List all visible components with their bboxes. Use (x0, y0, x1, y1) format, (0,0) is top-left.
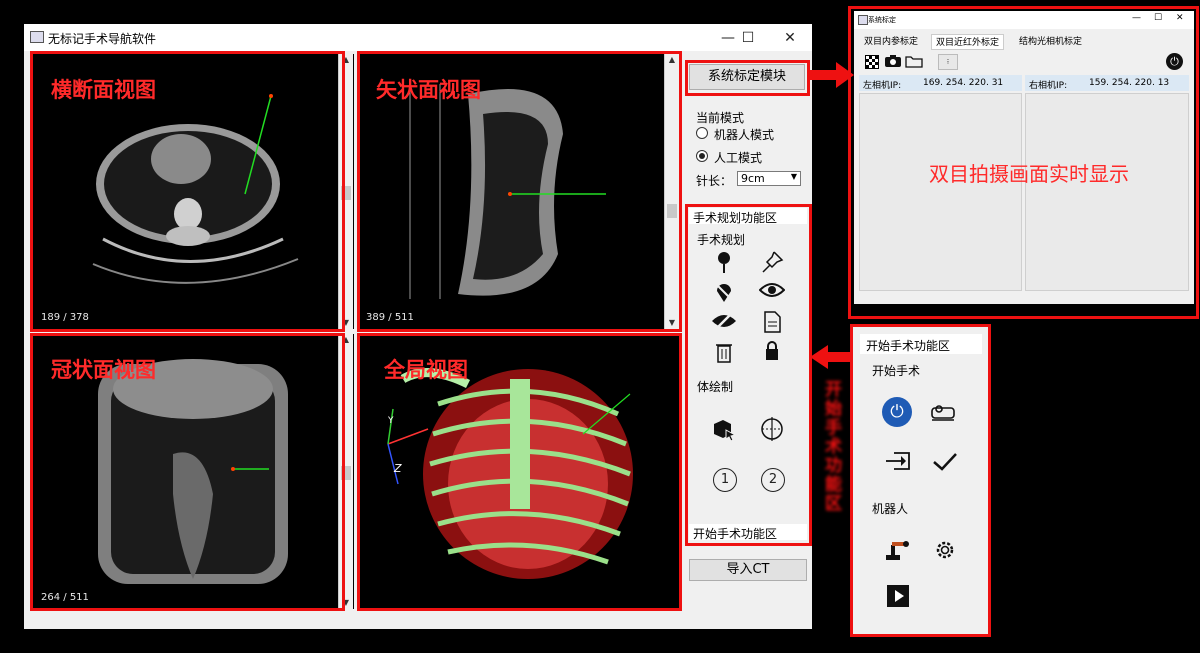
render-group-title: 体绘制 (697, 380, 734, 394)
global-3d-view[interactable]: 全局视图 Y Z (358, 334, 679, 609)
chevron-down-icon: ▼ (790, 172, 797, 181)
axis-z-label: Z (394, 462, 402, 475)
power-icon[interactable]: ⏻ (1166, 53, 1183, 70)
play-icon[interactable] (887, 585, 909, 607)
map-pin-icon[interactable] (709, 250, 739, 276)
needle-length-value: 9cm (741, 172, 765, 185)
live-display-label: 双目拍摄画面实时显示 (929, 162, 1129, 186)
left-ip-label: 左相机IP: (863, 81, 902, 91)
spinbox-control[interactable]: ⁝ (938, 54, 958, 70)
import-arrow-icon[interactable] (884, 450, 912, 472)
system-calibration-button[interactable]: 系统标定模块 (689, 64, 805, 90)
arrow-left-icon (810, 345, 854, 369)
scroll-up-icon[interactable]: ▲ (339, 54, 353, 66)
robot-group-title: 机器人 (872, 502, 909, 516)
camera-icon[interactable] (884, 54, 902, 68)
right-ip-label: 右相机IP: (1029, 81, 1068, 91)
cube-cursor-icon[interactable] (709, 416, 739, 442)
check-icon[interactable] (932, 450, 958, 472)
left-camera-header: 左相机IP: 169. 254. 220. 31 (859, 75, 1022, 91)
planning-body (689, 224, 807, 524)
radio-dot (699, 153, 705, 159)
sagittal-view-label: 矢状面视图 (376, 78, 481, 102)
calib-window-title: 系统标定 (868, 16, 896, 24)
axial-view[interactable]: 横断面视图 189 / 378 (33, 54, 354, 329)
scroll-up-icon[interactable]: ▲ (665, 54, 679, 66)
maximize-button[interactable]: ☐ (728, 27, 768, 49)
robot-arm-icon[interactable] (884, 536, 912, 562)
scanner-bed-icon[interactable] (930, 402, 958, 422)
sagittal-view[interactable]: 矢状面视图 389 / 511 (358, 54, 679, 329)
lock-icon[interactable] (757, 340, 787, 366)
needle-length-label: 针长： (696, 174, 733, 188)
axial-view-label: 横断面视图 (51, 78, 156, 102)
coronal-scrollbar[interactable]: ▲ ▼ (338, 334, 353, 609)
tab-stereo-nir[interactable]: 双目近红外标定 (931, 34, 1005, 50)
pin-off-icon[interactable] (709, 280, 739, 306)
left-camera-feed (859, 93, 1022, 291)
coronal-slice-counter: 264 / 511 (41, 592, 89, 603)
pushpin-icon[interactable] (757, 250, 787, 276)
coronal-view-label: 冠状面视图 (51, 358, 156, 382)
minimize-button[interactable]: — (1132, 13, 1141, 23)
gear-icon[interactable] (932, 537, 958, 563)
document-icon[interactable] (757, 310, 787, 336)
left-ip-value: 169. 254. 220. 31 (923, 78, 1004, 88)
mode-group-title: 当前模式 (696, 111, 745, 125)
annotation-vertical-text: 开始手术功能区 (821, 380, 841, 513)
eye-icon[interactable] (757, 280, 787, 306)
close-button[interactable]: ✕ (770, 27, 810, 49)
start-group-title: 开始手术 (872, 364, 921, 378)
manual-mode-radio[interactable] (696, 150, 708, 162)
scroll-thumb[interactable] (341, 466, 351, 480)
render-preset-1-button[interactable]: 1 (713, 468, 737, 492)
planning-panel: 手术规划功能区 手术规划 体绘制 1 2 开始手术功能区 (689, 208, 807, 541)
arrow-right-icon (810, 62, 854, 88)
sagittal-scrollbar[interactable]: ▲ ▼ (664, 54, 679, 329)
trash-icon[interactable] (709, 340, 739, 366)
title-bar: 无标记手术导航软件 — ☐ ✕ (24, 24, 812, 51)
eye-off-icon[interactable] (709, 310, 739, 336)
scroll-down-icon[interactable]: ▼ (339, 597, 353, 609)
scroll-down-icon[interactable]: ▼ (339, 317, 353, 329)
sagittal-slice-counter: 389 / 511 (366, 312, 414, 323)
start-surgery-panel: 开始手术功能区 开始手术 ⏻ 机器人 (852, 326, 989, 634)
app-icon (858, 15, 868, 25)
close-button[interactable]: ✕ (1176, 13, 1184, 23)
scroll-thumb[interactable] (341, 186, 351, 200)
surgery-section-header: 开始手术功能区 (860, 334, 982, 354)
right-ip-value: 159. 254. 220. 13 (1089, 78, 1170, 88)
checkerboard-icon[interactable] (865, 55, 879, 69)
coronal-view[interactable]: 冠状面视图 264 / 511 (33, 334, 354, 609)
axial-scrollbar[interactable]: ▲ ▼ (338, 54, 353, 329)
axial-slice-counter: 189 / 378 (41, 312, 89, 323)
robot-mode-label: 机器人模式 (714, 128, 775, 142)
scroll-up-icon[interactable]: ▲ (339, 334, 353, 346)
tab-structured-light[interactable]: 结构光相机标定 (1015, 34, 1086, 48)
right-camera-header: 右相机IP: 159. 254. 220. 13 (1025, 75, 1189, 91)
sphere-cut-icon[interactable] (757, 416, 787, 442)
planning-group-title: 手术规划 (697, 233, 746, 247)
folder-icon[interactable] (905, 54, 923, 68)
main-window: 无标记手术导航软件 — ☐ ✕ 横断面视图 189 / 378 ▲ ▼ 矢状面视… (24, 24, 812, 629)
scroll-thumb[interactable] (667, 204, 677, 218)
render-preset-2-button[interactable]: 2 (761, 468, 785, 492)
scroll-down-icon[interactable]: ▼ (665, 317, 679, 329)
manual-mode-label: 人工模式 (714, 151, 763, 165)
calib-title-bar: 系统标定 — ☐ ✕ (854, 11, 1194, 29)
axis-y-label: Y (388, 416, 394, 426)
power-icon[interactable]: ⏻ (882, 397, 912, 427)
maximize-button[interactable]: ☐ (1154, 13, 1162, 23)
window-title: 无标记手术导航软件 (48, 32, 157, 46)
calibration-window: 系统标定 — ☐ ✕ 双目内参标定 双目近红外标定 结构光相机标定 ⁝ ⏻ 左相… (854, 11, 1194, 304)
surgery-section-title: 开始手术功能区 (866, 339, 951, 353)
global-view-label: 全局视图 (384, 358, 468, 382)
robot-mode-radio[interactable] (696, 127, 708, 139)
import-ct-button[interactable]: 导入CT (689, 559, 807, 581)
app-icon (30, 31, 44, 43)
needle-length-select[interactable]: 9cm ▼ (737, 171, 801, 186)
tab-stereo-intrinsic[interactable]: 双目内参标定 (860, 34, 922, 48)
right-camera-feed (1025, 93, 1189, 291)
start-section-title: 开始手术功能区 (693, 527, 778, 541)
